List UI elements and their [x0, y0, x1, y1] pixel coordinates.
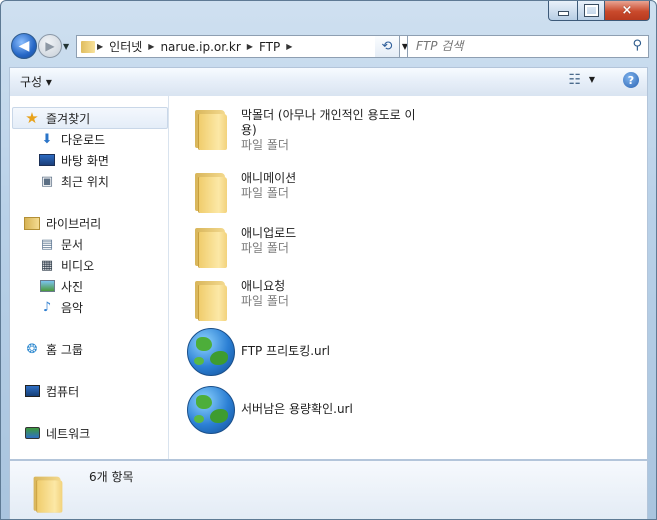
nav-item-network[interactable]: 네트워크: [24, 423, 90, 443]
nav-label: 음악: [61, 300, 84, 315]
folder-icon: [187, 220, 235, 268]
list-item[interactable]: FTP 프리토킹.url: [187, 328, 330, 376]
view-options-dropdown[interactable]: ▼: [589, 75, 595, 84]
maximize-button[interactable]: [578, 1, 605, 21]
item-name: 애니요청: [241, 279, 286, 293]
close-button[interactable]: ×: [605, 1, 650, 21]
breadcrumb-separator[interactable]: ▶: [95, 42, 105, 51]
back-arrow-icon: ◀: [18, 38, 30, 54]
desktop-icon: [39, 152, 55, 168]
globe-icon: [187, 386, 235, 434]
nav-label: 네트워크: [46, 426, 91, 441]
nav-item-computer[interactable]: 컴퓨터: [24, 381, 79, 401]
libraries-icon: [24, 215, 40, 231]
minimize-button[interactable]: [548, 1, 578, 21]
item-type: 파일 폴더: [241, 241, 289, 255]
list-item[interactable]: 애니요청 파일 폴더: [187, 273, 289, 321]
breadcrumb-separator[interactable]: ▶: [245, 42, 255, 51]
command-bar: 구성 ▾ ☷ ▼ ?: [9, 67, 648, 97]
breadcrumb-separator[interactable]: ▶: [146, 42, 156, 51]
nav-item-videos[interactable]: ▦ 비디오: [39, 255, 94, 275]
folder-location-icon: [81, 40, 95, 53]
nav-label: 홈 그룹: [46, 342, 83, 357]
breadcrumb-separator[interactable]: ▶: [284, 42, 294, 51]
folder-icon: [187, 102, 235, 150]
nav-item-homegroup[interactable]: ❂ 홈 그룹: [24, 339, 83, 359]
item-name: 막몰더 (아무나 개인적인 용도로 이용): [241, 108, 416, 137]
main-panes: ★ 즐겨찾기 ⬇ 다운로드 바탕 화면 ▣ 최근 위치 라이브러리 ▤ 문서 ▦…: [9, 96, 648, 460]
nav-label: 최근 위치: [61, 174, 109, 189]
recent-pages-dropdown[interactable]: ▼: [63, 42, 69, 51]
details-pane: 6개 항목: [9, 460, 648, 519]
nav-label: 바탕 화면: [61, 153, 109, 168]
music-note-icon: ♪: [42, 299, 52, 315]
nav-item-music[interactable]: ♪ 음악: [39, 297, 83, 317]
breadcrumb-host[interactable]: narue.ip.or.kr: [156, 40, 244, 54]
window-controls: ×: [548, 1, 650, 21]
item-count: 6개 항목: [89, 470, 134, 484]
picture-icon: [39, 278, 55, 294]
nav-label: 문서: [61, 237, 84, 252]
breadcrumb-internet[interactable]: 인터넷: [105, 38, 146, 55]
nav-label: 컴퓨터: [46, 384, 80, 399]
downloads-folder-icon: ⬇: [41, 131, 53, 147]
refresh-icon: ⟲: [381, 39, 393, 54]
minimize-icon: [557, 11, 569, 16]
nav-item-favorites[interactable]: ★ 즐겨찾기: [24, 108, 90, 128]
film-icon: ▦: [40, 257, 54, 273]
navigation-pane: ★ 즐겨찾기 ⬇ 다운로드 바탕 화면 ▣ 최근 위치 라이브러리 ▤ 문서 ▦…: [10, 96, 169, 459]
nav-item-downloads[interactable]: ⬇ 다운로드: [39, 129, 106, 149]
nav-item-documents[interactable]: ▤ 문서: [39, 234, 83, 254]
list-item[interactable]: 애니업로드 파일 폴더: [187, 220, 296, 268]
folder-icon: [187, 273, 235, 321]
refresh-button[interactable]: ⟲: [375, 35, 400, 58]
nav-label: 즐겨찾기: [46, 111, 91, 126]
forward-button[interactable]: ▶: [38, 34, 62, 58]
item-name: 애니메이션: [241, 171, 297, 185]
globe-icon: [187, 328, 235, 376]
folder-icon: [187, 165, 235, 213]
star-icon: ★: [25, 109, 39, 127]
file-list: 막몰더 (아무나 개인적인 용도로 이용) 파일 폴더 애니메이션 파일 폴더 …: [169, 96, 647, 459]
homegroup-icon: ❂: [26, 341, 38, 357]
search-icon[interactable]: ⚲: [632, 38, 642, 53]
breadcrumb-ftp[interactable]: FTP: [255, 40, 284, 54]
item-type: 파일 폴더: [241, 294, 289, 308]
list-item[interactable]: 애니메이션 파일 폴더: [187, 165, 296, 213]
explorer-window: × ◀ ▶ ▼ ▶ 인터넷 ▶ narue.ip.or.kr ▶ FTP ▶ ▼…: [0, 0, 657, 520]
nav-item-pictures[interactable]: 사진: [39, 276, 83, 296]
nav-label: 비디오: [61, 258, 95, 273]
organize-menu-button[interactable]: 구성 ▾: [20, 73, 52, 90]
change-view-icon[interactable]: ☷: [568, 72, 581, 88]
nav-item-desktop[interactable]: 바탕 화면: [39, 150, 109, 170]
maximize-icon: [583, 4, 599, 17]
nav-label: 라이브러리: [46, 216, 102, 231]
nav-label: 다운로드: [61, 132, 106, 147]
search-box[interactable]: ⚲: [407, 35, 649, 58]
item-name: 애니업로드: [241, 226, 297, 240]
help-icon[interactable]: ?: [623, 72, 639, 88]
item-name: 서버남은 용량확인.url: [241, 402, 353, 416]
folder-icon: [26, 469, 69, 513]
nav-item-recent[interactable]: ▣ 최근 위치: [39, 171, 109, 191]
computer-icon: [24, 383, 40, 399]
search-input[interactable]: [408, 36, 626, 55]
nav-item-libraries[interactable]: 라이브러리: [24, 213, 101, 233]
item-name: FTP 프리토킹.url: [241, 344, 330, 358]
forward-arrow-icon: ▶: [45, 39, 55, 53]
navigation-row: ◀ ▶ ▼ ▶ 인터넷 ▶ narue.ip.or.kr ▶ FTP ▶ ▼ ⟲…: [9, 33, 649, 59]
item-type: 파일 폴더: [241, 138, 289, 152]
recent-places-icon: ▣: [40, 173, 54, 189]
nav-label: 사진: [61, 279, 84, 294]
address-bar[interactable]: ▶ 인터넷 ▶ narue.ip.or.kr ▶ FTP ▶ ▼: [76, 35, 413, 58]
list-item[interactable]: 서버남은 용량확인.url: [187, 386, 353, 434]
item-type: 파일 폴더: [241, 186, 289, 200]
back-button[interactable]: ◀: [11, 33, 37, 59]
list-item[interactable]: 막몰더 (아무나 개인적인 용도로 이용) 파일 폴더: [187, 102, 421, 153]
close-icon: ×: [621, 3, 633, 18]
network-icon: [24, 425, 40, 441]
document-icon: ▤: [40, 236, 54, 252]
